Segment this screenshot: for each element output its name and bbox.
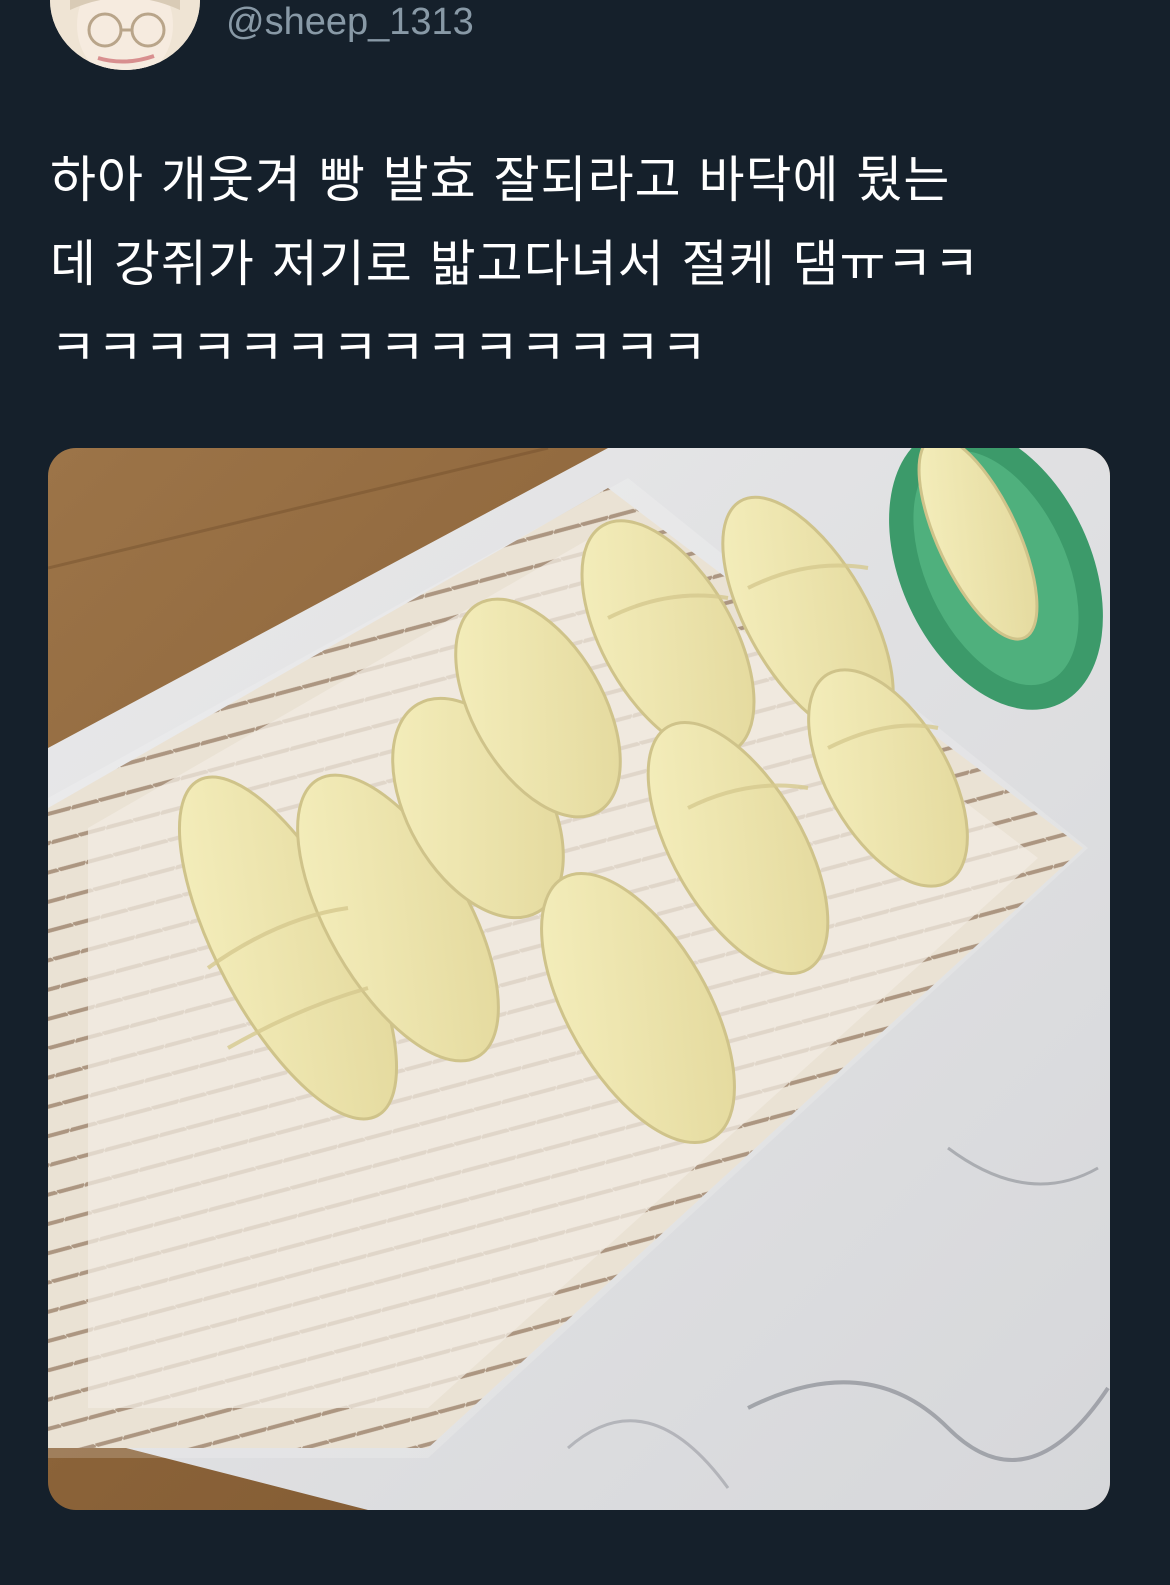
user-handle[interactable]: @sheep_1313 (226, 0, 474, 44)
avatar-illustration (50, 0, 200, 70)
tweet-text-line: 데 강쥐가 저기로 밟고다녀서 절케 댐ㅠㅋㅋ (50, 235, 981, 293)
tweet-photo[interactable] (48, 448, 1110, 1510)
tweet-text-line: 하아 개웃겨 빵 발효 잘되라고 바닥에 뒀는 (50, 151, 951, 209)
avatar[interactable] (50, 0, 200, 70)
tweet-text-line: ㅋㅋㅋㅋㅋㅋㅋㅋㅋㅋㅋㅋㅋㅋ (50, 319, 708, 377)
tweet-text: 하아 개웃겨 빵 발효 잘되라고 바닥에 뒀는 데 강쥐가 저기로 밟고다녀서 … (50, 138, 1130, 390)
photo-croissant-dough-tray-icon (48, 448, 1110, 1510)
